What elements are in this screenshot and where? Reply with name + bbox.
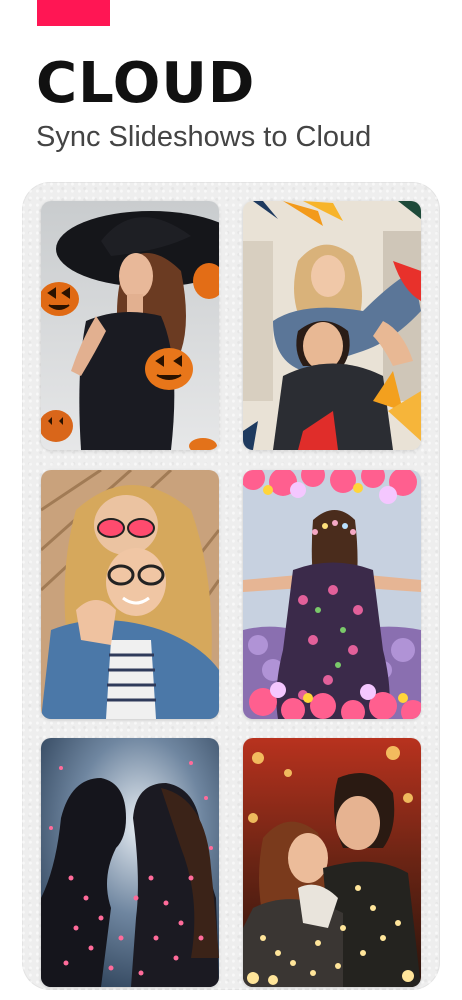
accent-bar: [37, 0, 110, 26]
thumbnail-halloween-woman[interactable]: [41, 201, 219, 450]
thumbnail-flower-woman[interactable]: [243, 470, 421, 719]
couple-piggyback-with-leaves-photo: [243, 201, 421, 450]
couple-with-fairy-lights-photo: [243, 738, 421, 987]
woman-with-flowers-back-view-photo: [243, 470, 421, 719]
couple-silhouette-with-hearts-photo: [41, 738, 219, 987]
page-subtitle: Sync Slideshows to Cloud: [36, 121, 372, 153]
woman-with-glasses-collage-photo: [41, 470, 219, 719]
page-title: CLOUD: [36, 51, 256, 116]
thumbnail-couple-piggyback[interactable]: [243, 201, 421, 450]
slideshow-gallery-card: [22, 182, 440, 990]
thumbnail-couple-lights[interactable]: [243, 738, 421, 987]
thumbnail-couple-hearts[interactable]: [41, 738, 219, 987]
thumbnail-glasses-collage[interactable]: [41, 470, 219, 719]
woman-with-hat-and-pumpkins-photo: [41, 201, 219, 450]
